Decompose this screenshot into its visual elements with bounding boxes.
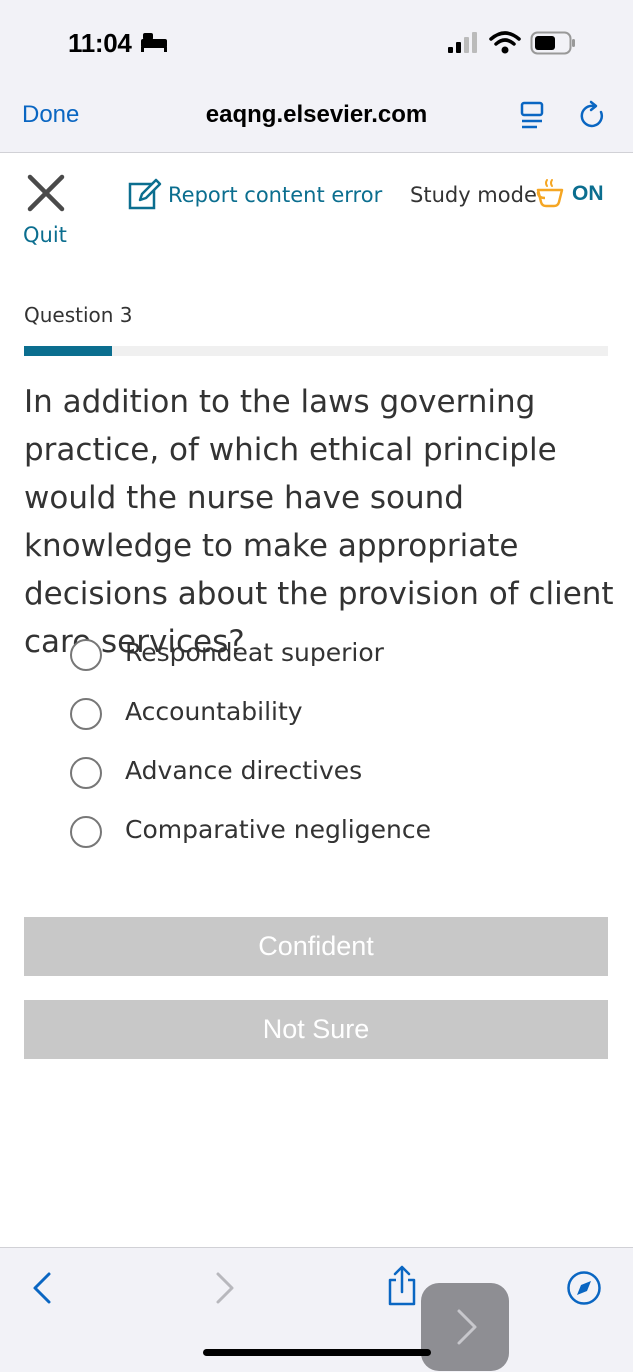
next-icon (457, 1309, 477, 1345)
answer-label: Accountability (125, 697, 303, 726)
next-button[interactable] (421, 1283, 509, 1371)
coffee-cup-icon[interactable] (535, 178, 569, 210)
compass-icon[interactable] (566, 1270, 602, 1306)
back-icon[interactable] (30, 1271, 54, 1305)
study-mode-label: Study mode (410, 183, 537, 207)
report-content-error-link[interactable]: Report content error (168, 183, 382, 207)
bed-icon (141, 33, 167, 52)
question-text: In addition to the laws governing practi… (24, 384, 614, 660)
reload-icon[interactable] (579, 100, 609, 132)
battery-icon (530, 31, 575, 55)
reader-icon[interactable] (519, 101, 547, 131)
progress-fill (24, 346, 112, 356)
status-time: 11:04 (68, 28, 132, 58)
radio-button[interactable] (70, 757, 102, 789)
study-mode-toggle[interactable]: ON (572, 182, 604, 206)
answer-option[interactable]: Respondeat superior (70, 635, 590, 679)
share-icon[interactable] (386, 1264, 418, 1308)
question-number: Question 3 (24, 303, 133, 327)
cellular-signal-icon (448, 32, 477, 53)
home-indicator (203, 1349, 431, 1356)
confident-button[interactable]: Confident (24, 917, 608, 976)
forward-icon[interactable] (213, 1271, 237, 1305)
url-label[interactable]: eaqng.elsevier.com (150, 101, 483, 129)
radio-button[interactable] (70, 639, 102, 671)
wifi-icon (489, 31, 521, 54)
not-sure-button[interactable]: Not Sure (24, 1000, 608, 1059)
radio-button[interactable] (70, 698, 102, 730)
answer-option[interactable]: Accountability (70, 694, 590, 738)
edit-icon[interactable] (128, 178, 162, 212)
answer-label: Comparative negligence (125, 815, 431, 844)
radio-button[interactable] (70, 816, 102, 848)
answer-label: Respondeat superior (125, 638, 384, 667)
quit-button[interactable]: Quit (23, 223, 67, 247)
done-button[interactable]: Done (22, 101, 79, 129)
answer-option[interactable]: Comparative negligence (70, 812, 590, 856)
progress-bar (24, 346, 608, 356)
close-icon[interactable] (27, 174, 65, 212)
answer-label: Advance directives (125, 756, 363, 785)
answer-option[interactable]: Advance directives (70, 753, 590, 797)
